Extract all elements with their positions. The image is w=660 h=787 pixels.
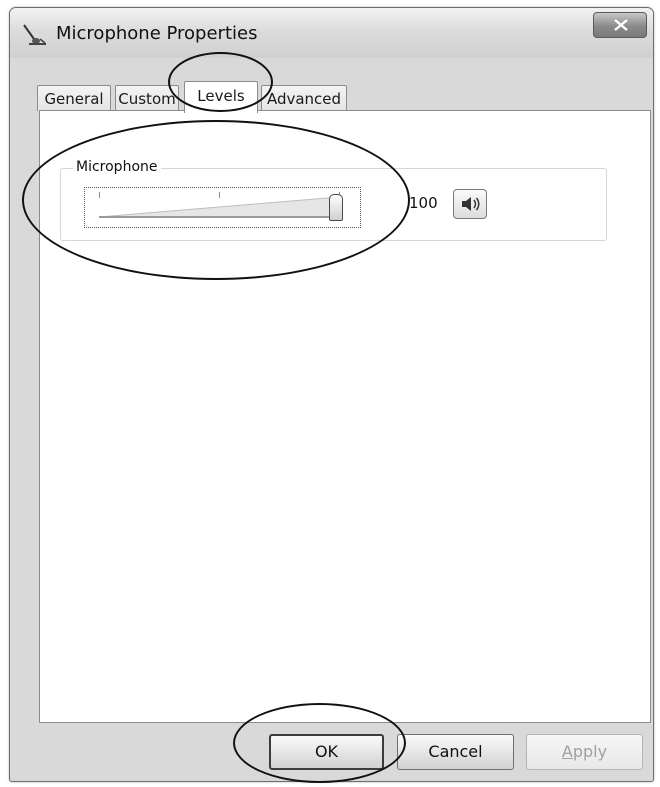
slider-tick bbox=[99, 192, 100, 198]
title-bar[interactable]: Microphone Properties bbox=[10, 8, 653, 58]
apply-button[interactable]: Apply bbox=[526, 734, 643, 770]
speaker-icon bbox=[462, 197, 480, 211]
level-value: 100 bbox=[409, 194, 438, 212]
tab-general[interactable]: General bbox=[37, 85, 111, 111]
tab-levels[interactable]: Levels bbox=[184, 81, 258, 113]
microphone-group-label: Microphone bbox=[73, 159, 161, 175]
microphone-level-slider[interactable] bbox=[84, 187, 361, 228]
tab-advanced[interactable]: Advanced bbox=[261, 85, 347, 111]
mute-button[interactable] bbox=[453, 189, 487, 219]
close-icon bbox=[614, 19, 628, 31]
microphone-icon bbox=[20, 22, 48, 48]
levels-panel: Microphone 100 bbox=[39, 110, 651, 723]
properties-dialog: Microphone Properties General Custom Lev… bbox=[9, 7, 654, 782]
close-button[interactable] bbox=[593, 12, 647, 38]
window-title: Microphone Properties bbox=[56, 23, 258, 44]
apply-label-rest: pply bbox=[572, 742, 608, 761]
ok-button[interactable]: OK bbox=[269, 734, 384, 770]
cancel-button[interactable]: Cancel bbox=[397, 734, 514, 770]
slider-track bbox=[99, 216, 339, 218]
microphone-group: Microphone 100 bbox=[60, 159, 607, 241]
tab-custom[interactable]: Custom bbox=[115, 85, 179, 111]
apply-accelerator: A bbox=[561, 742, 573, 761]
slider-thumb[interactable] bbox=[329, 194, 343, 221]
slider-tick bbox=[219, 192, 220, 198]
